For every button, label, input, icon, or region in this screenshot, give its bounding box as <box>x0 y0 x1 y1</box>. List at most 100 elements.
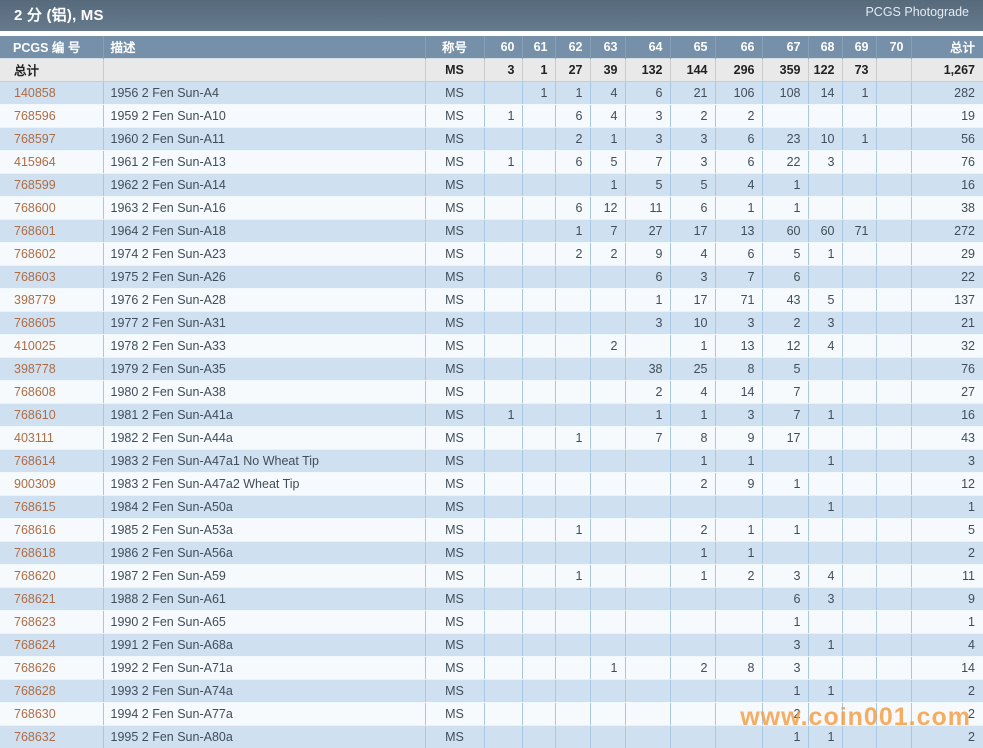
pcgs-number-link[interactable]: 768616 <box>14 523 56 537</box>
grade-count-cell: 5 <box>670 173 715 196</box>
column-header-grade: 68 <box>808 36 842 58</box>
grade-count-cell <box>484 127 522 150</box>
totals-grade-cell: 144 <box>670 58 715 81</box>
pcgs-number-link[interactable]: 768621 <box>14 592 56 606</box>
grade-count-cell <box>522 633 555 656</box>
grade-count-cell <box>842 242 876 265</box>
table-row: 900309 1983 2 Fen Sun-A47a2 Wheat Tip MS… <box>0 472 983 495</box>
grade-count-cell <box>522 449 555 472</box>
grade-count-cell <box>808 104 842 127</box>
grade-count-cell: 8 <box>670 426 715 449</box>
grade-count-cell <box>842 610 876 633</box>
coin-description: 1974 2 Fen Sun-A23 <box>103 242 425 265</box>
pcgs-number-link[interactable]: 410025 <box>14 339 56 353</box>
pcgs-number-link[interactable]: 768596 <box>14 109 56 123</box>
grade-count-cell <box>625 610 670 633</box>
pcgs-number-link[interactable]: 768628 <box>14 684 56 698</box>
row-total-cell: 2 <box>911 702 983 725</box>
grade-count-cell <box>876 127 911 150</box>
grade-count-cell <box>670 495 715 518</box>
pcgs-number-link[interactable]: 768620 <box>14 569 56 583</box>
pcgs-number-link[interactable]: 768599 <box>14 178 56 192</box>
grade-count-cell: 4 <box>670 380 715 403</box>
grade-count-cell: 60 <box>762 219 808 242</box>
photograde-link[interactable]: PCGS Photograde <box>865 5 969 19</box>
grade-count-cell <box>808 357 842 380</box>
row-total-cell: 56 <box>911 127 983 150</box>
row-total-cell: 76 <box>911 357 983 380</box>
grade-count-cell <box>808 426 842 449</box>
pcgs-number-link[interactable]: 398779 <box>14 293 56 307</box>
pcgs-number-link[interactable]: 768597 <box>14 132 56 146</box>
grade-count-cell: 5 <box>762 357 808 380</box>
pcgs-number-link[interactable]: 768632 <box>14 730 56 744</box>
pcgs-number-link[interactable]: 398778 <box>14 362 56 376</box>
designation-cell: MS <box>425 150 484 173</box>
column-header-designation: 称号 <box>425 36 484 58</box>
column-header-grade: 70 <box>876 36 911 58</box>
grade-count-cell <box>590 472 625 495</box>
grade-count-cell <box>876 380 911 403</box>
grade-count-cell <box>625 587 670 610</box>
pcgs-number-link[interactable]: 768615 <box>14 500 56 514</box>
grade-count-cell: 4 <box>590 104 625 127</box>
pcgs-number-link[interactable]: 768610 <box>14 408 56 422</box>
grade-count-cell <box>484 196 522 219</box>
grade-count-cell <box>876 288 911 311</box>
pcgs-number-link[interactable]: 768600 <box>14 201 56 215</box>
grade-count-cell <box>842 288 876 311</box>
grade-count-cell <box>842 173 876 196</box>
grade-count-cell <box>670 679 715 702</box>
pcgs-number-link[interactable]: 768603 <box>14 270 56 284</box>
grade-count-cell <box>484 357 522 380</box>
pcgs-number-link[interactable]: 768601 <box>14 224 56 238</box>
pcgs-number-link[interactable]: 415964 <box>14 155 56 169</box>
pcgs-number-link[interactable]: 140858 <box>14 86 56 100</box>
coin-description: 1979 2 Fen Sun-A35 <box>103 357 425 380</box>
totals-grade-cell: 359 <box>762 58 808 81</box>
row-total-cell: 12 <box>911 472 983 495</box>
grade-count-cell: 106 <box>715 81 762 104</box>
row-total-cell: 19 <box>911 104 983 127</box>
grade-count-cell: 4 <box>670 242 715 265</box>
coin-description: 1963 2 Fen Sun-A16 <box>103 196 425 219</box>
grade-count-cell <box>876 150 911 173</box>
grade-count-cell: 1 <box>808 403 842 426</box>
grade-count-cell <box>484 426 522 449</box>
row-total-cell: 1 <box>911 610 983 633</box>
grade-count-cell <box>808 380 842 403</box>
pcgs-number-link[interactable]: 768605 <box>14 316 56 330</box>
grade-count-cell <box>670 587 715 610</box>
column-header-pcgs-number: PCGS 编 号 <box>0 36 103 58</box>
table-row: 768620 1987 2 Fen Sun-A59 MS 1123411 <box>0 564 983 587</box>
grade-count-cell: 71 <box>715 288 762 311</box>
pcgs-number-link[interactable]: 900309 <box>14 477 56 491</box>
grade-count-cell: 2 <box>625 380 670 403</box>
pcgs-number-link[interactable]: 768614 <box>14 454 56 468</box>
row-total-cell: 282 <box>911 81 983 104</box>
grade-count-cell <box>555 265 590 288</box>
grade-count-cell <box>555 288 590 311</box>
grade-count-cell: 1 <box>670 541 715 564</box>
grade-count-cell <box>522 426 555 449</box>
pcgs-number-link[interactable]: 768602 <box>14 247 56 261</box>
grade-count-cell <box>484 610 522 633</box>
grade-count-cell <box>522 610 555 633</box>
grade-count-cell <box>484 702 522 725</box>
pcgs-number-link[interactable]: 768624 <box>14 638 56 652</box>
pcgs-number-link[interactable]: 768623 <box>14 615 56 629</box>
pcgs-number-link[interactable]: 768618 <box>14 546 56 560</box>
pcgs-number-link[interactable]: 403111 <box>14 431 54 445</box>
grade-count-cell: 1 <box>762 725 808 748</box>
row-total-cell: 3 <box>911 449 983 472</box>
grade-count-cell: 1 <box>808 725 842 748</box>
grade-count-cell: 17 <box>762 426 808 449</box>
pcgs-number-link[interactable]: 768630 <box>14 707 56 721</box>
grade-count-cell <box>522 403 555 426</box>
table-row: 768599 1962 2 Fen Sun-A14 MS 1554116 <box>0 173 983 196</box>
pcgs-number-link[interactable]: 768626 <box>14 661 56 675</box>
grade-count-cell <box>625 472 670 495</box>
pcgs-number-link[interactable]: 768608 <box>14 385 56 399</box>
grade-count-cell <box>590 587 625 610</box>
grade-count-cell <box>484 472 522 495</box>
